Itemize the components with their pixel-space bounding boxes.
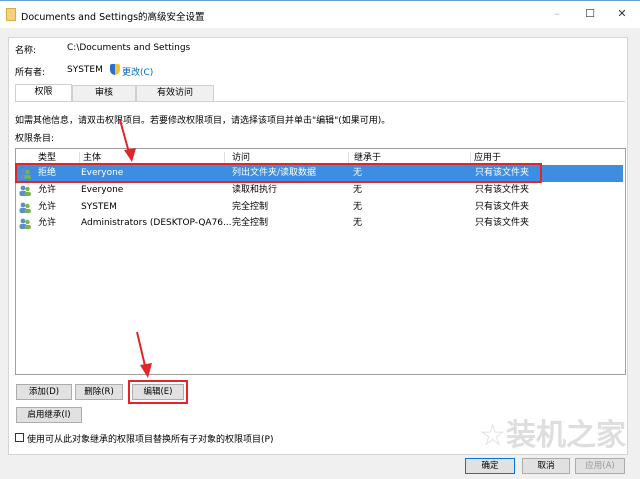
cell-type: 允许	[38, 218, 57, 228]
cell-applies: 只有该文件夹	[475, 185, 530, 195]
user-group-icon	[19, 218, 31, 229]
watermark-logo: ☆装机之家	[479, 418, 626, 453]
ok-button[interactable]: 确定	[465, 458, 515, 474]
tab-auditing[interactable]: 审核	[72, 85, 136, 102]
replace-child-permissions-checkbox[interactable]	[15, 433, 24, 442]
cell-inherited: 无	[353, 185, 363, 195]
cell-principal: Administrators (DESKTOP-QA76...	[81, 218, 232, 228]
user-group-icon	[19, 202, 31, 213]
enable-inheritance-button[interactable]: 启用继承(I)	[16, 407, 82, 423]
apply-button[interactable]: 应用(A)	[575, 458, 625, 474]
annotation-arrow-icon	[119, 119, 136, 162]
replace-child-permissions-label: 使用可从此对象继承的权限项目替换所有子对象的权限项目(P)	[27, 435, 274, 445]
name-label: 名称:	[15, 46, 37, 56]
owner-label: 所有者:	[15, 68, 46, 78]
window-title: Documents and Settings的高级安全设置	[21, 12, 205, 23]
annotation-arrow-icon	[136, 331, 152, 378]
tab-effective-access[interactable]: 有效访问	[136, 85, 214, 102]
maximize-button[interactable]: ☐	[575, 4, 605, 24]
tab-divider	[15, 101, 625, 102]
cell-access: 完全控制	[232, 202, 269, 212]
cell-principal: Everyone	[81, 185, 124, 195]
cell-applies: 只有该文件夹	[475, 202, 530, 212]
cancel-button[interactable]: 取消	[522, 458, 570, 474]
user-group-icon	[19, 185, 31, 196]
highlight-box-edit	[128, 380, 188, 404]
cell-access: 读取和执行	[232, 185, 278, 195]
remove-button[interactable]: 删除(R)	[75, 384, 123, 400]
owner-value: SYSTEM	[67, 65, 103, 75]
cell-inherited: 无	[353, 218, 363, 228]
table-row[interactable]: 允许 SYSTEM 完全控制 无 只有该文件夹	[16, 199, 623, 216]
cell-principal: SYSTEM	[81, 202, 117, 212]
table-row[interactable]: 允许 Everyone 读取和执行 无 只有该文件夹	[16, 182, 623, 199]
add-button[interactable]: 添加(D)	[16, 384, 72, 400]
folder-icon	[6, 8, 16, 21]
instruction-text: 如需其他信息，请双击权限项目。若要修改权限项目，请选择该项目并单击"编辑"(如果…	[15, 116, 391, 126]
title-bar: Documents and Settings的高级安全设置 – ☐ ✕	[0, 0, 640, 28]
cell-applies: 只有该文件夹	[475, 218, 530, 228]
cell-access: 完全控制	[232, 218, 269, 228]
table-row[interactable]: 允许 Administrators (DESKTOP-QA76... 完全控制 无 只有…	[16, 215, 623, 232]
cell-type: 允许	[38, 185, 57, 195]
tab-permissions[interactable]: 权限	[15, 84, 72, 102]
name-value: C:\Documents and Settings	[67, 43, 191, 53]
close-button[interactable]: ✕	[607, 4, 637, 24]
cell-type: 允许	[38, 202, 57, 212]
change-owner-link[interactable]: 更改(C)	[122, 65, 153, 78]
highlight-box-row	[15, 163, 542, 183]
uac-shield-icon	[110, 64, 120, 75]
cell-inherited: 无	[353, 202, 363, 212]
minimize-button[interactable]: –	[542, 4, 572, 24]
permission-entries-label: 权限条目:	[15, 134, 55, 144]
